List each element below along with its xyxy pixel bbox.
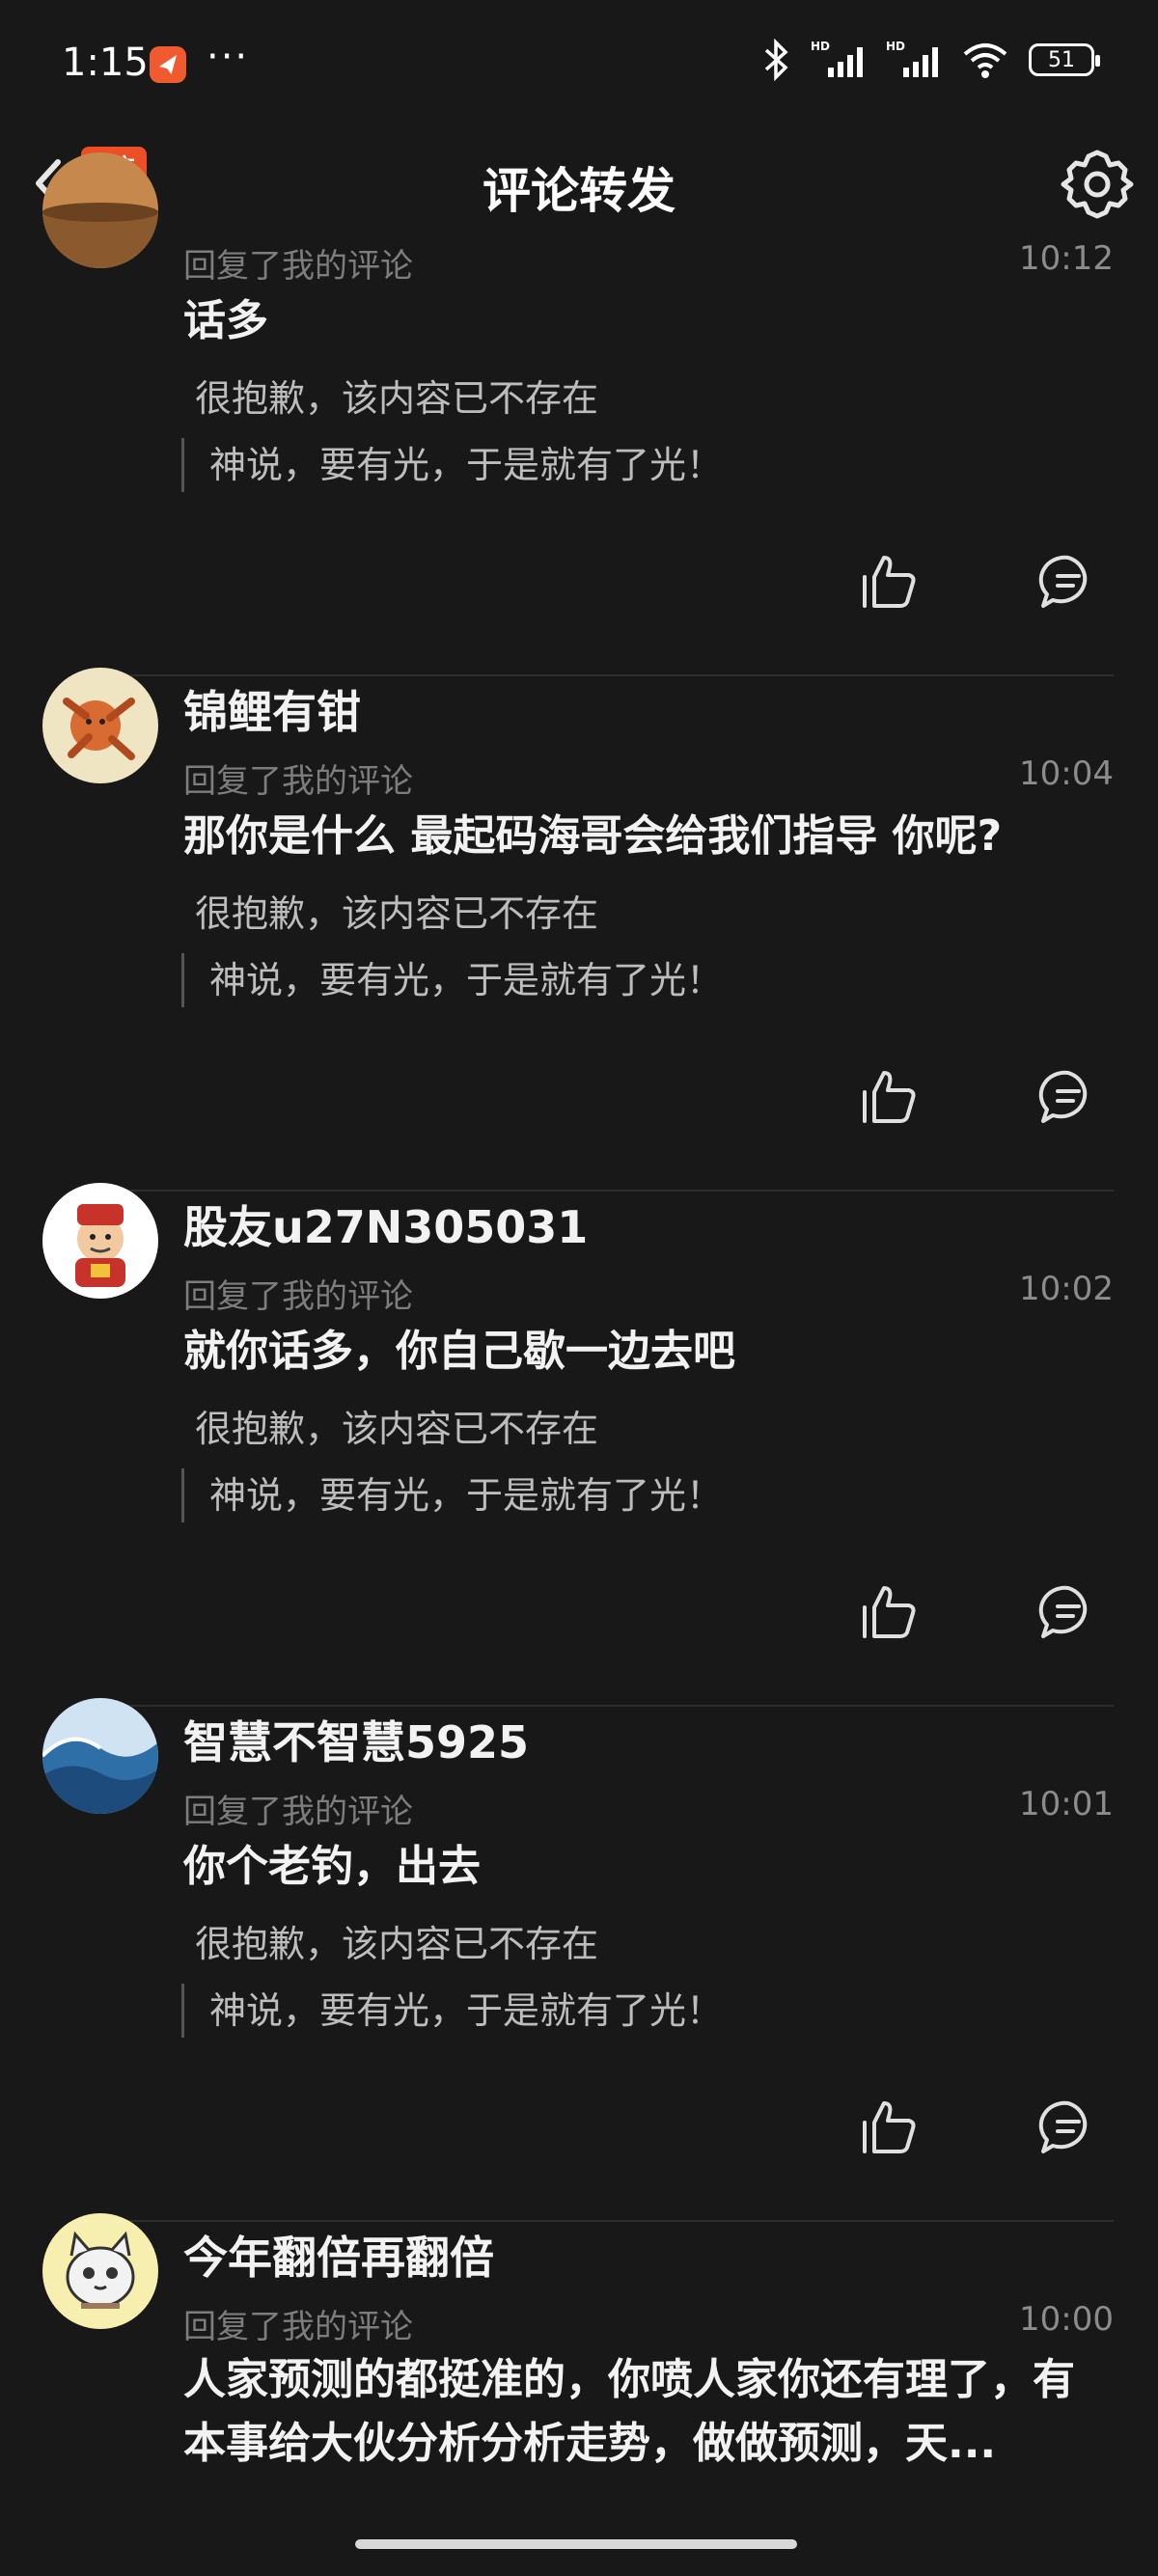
user-name[interactable]: 锦鲤有钳 bbox=[183, 677, 361, 741]
timestamp: 10:02 bbox=[1019, 1270, 1114, 1308]
timestamp: 10:12 bbox=[1019, 239, 1114, 278]
avatar[interactable] bbox=[42, 2213, 158, 2329]
comment-item[interactable]: 智慧不智慧5925 回复了我的评论 10:01 你个老钓，出去 很抱歉，该内容已… bbox=[0, 1661, 1158, 2177]
action-text: 回复了我的评论 bbox=[183, 762, 413, 801]
comment-text[interactable]: 人家预测的都挺准的，你喷人家你还有理了，有本事给大伙分析分析走势，做做预测，天.… bbox=[183, 2348, 1114, 2476]
action-text: 回复了我的评论 bbox=[183, 247, 413, 286]
like-icon[interactable] bbox=[857, 550, 921, 614]
user-name[interactable]: 智慧不智慧5925 bbox=[183, 1708, 529, 1771]
quoted-comment: 神说，要有光，于是就有了光！ bbox=[181, 1468, 723, 1522]
like-icon[interactable] bbox=[857, 1580, 921, 1644]
more-notifications-icon: ··· bbox=[207, 35, 250, 79]
svg-text:HD: HD bbox=[886, 40, 905, 53]
timestamp: 10:04 bbox=[1019, 754, 1114, 793]
action-text: 回复了我的评论 bbox=[183, 1277, 413, 1316]
status-bar: 1:15 ··· HD HD 51 bbox=[0, 0, 1158, 125]
comment-text[interactable]: 话多 bbox=[183, 289, 1114, 353]
quoted-comment: 神说，要有光，于是就有了光！ bbox=[181, 1984, 723, 2038]
user-name[interactable]: 今年翻倍再翻倍 bbox=[183, 2223, 494, 2287]
avatar[interactable] bbox=[42, 152, 158, 268]
reply-icon[interactable] bbox=[1036, 2096, 1100, 2159]
signal-hd-icon-2: HD bbox=[886, 40, 938, 77]
status-icons: HD HD 51 bbox=[762, 39, 1100, 81]
bluetooth-icon bbox=[764, 39, 788, 81]
comment-item[interactable]: 今年翻倍再翻倍 回复了我的评论 10:00 人家预测的都挺准的，你喷人家你还有理… bbox=[0, 2177, 1158, 2576]
battery-level: 51 bbox=[1048, 47, 1075, 72]
reply-icon[interactable] bbox=[1036, 1580, 1100, 1644]
timestamp: 10:01 bbox=[1019, 1785, 1114, 1823]
home-indicator[interactable] bbox=[355, 2539, 797, 2549]
reply-icon[interactable] bbox=[1036, 1065, 1100, 1129]
status-time: 1:15 bbox=[62, 41, 149, 85]
reply-icon[interactable] bbox=[1036, 550, 1100, 614]
like-icon[interactable] bbox=[857, 2096, 921, 2159]
comment-item[interactable]: 锦鲤有钳 回复了我的评论 10:04 那你是什么 最起码海哥会给我们指导 你呢?… bbox=[0, 631, 1158, 1146]
original-content: 很抱歉，该内容已不存在 bbox=[195, 892, 599, 935]
original-content: 很抱歉，该内容已不存在 bbox=[195, 1408, 599, 1450]
original-content: 很抱歉，该内容已不存在 bbox=[195, 1923, 599, 1965]
timestamp: 10:00 bbox=[1019, 2300, 1114, 2339]
like-icon[interactable] bbox=[857, 1065, 921, 1129]
action-text: 回复了我的评论 bbox=[183, 2308, 413, 2346]
app-notification-icon bbox=[150, 46, 186, 83]
comment-text[interactable]: 你个老钓，出去 bbox=[183, 1835, 1114, 1899]
comment-item[interactable]: 回复了我的评论 10:12 话多 很抱歉，该内容已不存在 神说，要有光，于是就有… bbox=[0, 116, 1158, 631]
quoted-comment: 神说，要有光，于是就有了光！ bbox=[181, 438, 723, 492]
signal-hd-icon: HD bbox=[811, 40, 863, 77]
avatar[interactable] bbox=[42, 668, 158, 783]
wifi-icon bbox=[963, 43, 1007, 78]
action-text: 回复了我的评论 bbox=[183, 1793, 413, 1831]
comment-text[interactable]: 就你话多，你自己歇一边去吧 bbox=[183, 1320, 1114, 1384]
svg-text:HD: HD bbox=[811, 40, 830, 53]
comment-item[interactable]: 股友u27N305031 回复了我的评论 10:02 就你话多，你自己歇一边去吧… bbox=[0, 1146, 1158, 1661]
avatar[interactable] bbox=[42, 1698, 158, 1814]
comment-text[interactable]: 那你是什么 最起码海哥会给我们指导 你呢? bbox=[183, 805, 1114, 868]
avatar[interactable] bbox=[42, 1183, 158, 1299]
original-content: 很抱歉，该内容已不存在 bbox=[195, 377, 599, 420]
user-name[interactable]: 股友u27N305031 bbox=[183, 1192, 588, 1256]
battery-icon: 51 bbox=[1029, 43, 1100, 76]
quoted-comment: 神说，要有光，于是就有了光！ bbox=[181, 953, 723, 1007]
